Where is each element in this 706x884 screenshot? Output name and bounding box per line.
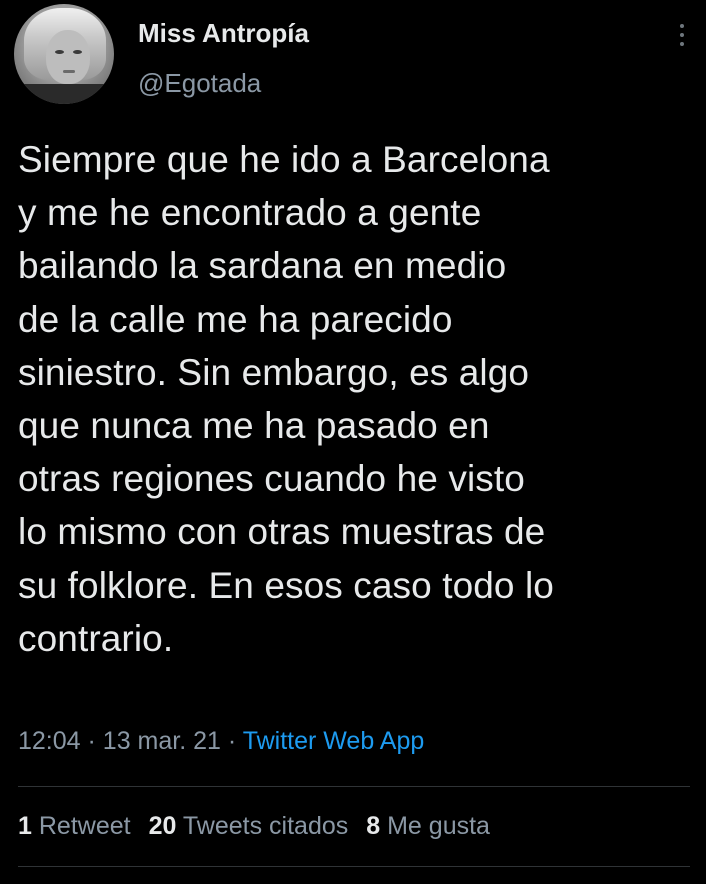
tweet-time[interactable]: 12:04: [18, 727, 81, 755]
divider: [18, 786, 690, 787]
tweet-text-line: lo mismo con otras muestras de: [18, 511, 546, 553]
tweet-text-line: su folklore. En esos caso todo lo: [18, 564, 554, 606]
likes-count: 8: [366, 812, 381, 840]
avatar-eye-right: [73, 50, 82, 54]
meta-separator: ·: [87, 727, 96, 755]
tweet-text-line: Siempre que he ido a Barcelona: [18, 139, 550, 180]
quotes-stat[interactable]: 20 Tweets citados: [149, 812, 349, 840]
more-dot: [680, 42, 684, 46]
likes-label: Me gusta: [387, 812, 490, 840]
tweet-source-link[interactable]: Twitter Web App: [243, 727, 425, 755]
tweet-text: Siempre que he ido a Barcelona y me he e…: [18, 133, 698, 665]
quotes-label: Tweets citados: [182, 812, 349, 840]
tweet-text-line: que nunca me ha pasado en: [18, 405, 490, 447]
retweets-stat[interactable]: 1 Retweet: [18, 812, 131, 840]
avatar-eye-left: [55, 50, 64, 54]
retweets-count: 1: [18, 812, 32, 840]
more-dot: [680, 24, 684, 28]
tweet-date[interactable]: 13 mar. 21: [103, 727, 221, 755]
tweet-detail: Miss Antropía @Egotada Siempre que he id…: [0, 0, 706, 884]
tweet-text-line: de la calle me ha parecido: [18, 298, 453, 340]
tweet-header: Miss Antropía @Egotada: [14, 4, 694, 104]
tweet-text-line: siniestro. Sin embargo, es algo: [18, 351, 530, 393]
tweet-text-line: bailando la sardana en medio: [18, 245, 507, 287]
tweet-meta: 12:04 · 13 mar. 21 · Twitter Web App: [18, 727, 424, 756]
avatar-mouth: [63, 70, 75, 73]
more-dot: [680, 33, 684, 37]
tweet-text-line: contrario.: [18, 617, 174, 659]
user-display-name[interactable]: Miss Antropía: [138, 18, 309, 49]
user-handle[interactable]: @Egotada: [138, 68, 261, 99]
meta-separator: ·: [227, 727, 237, 755]
avatar-shoulder: [14, 84, 114, 104]
more-vertical-icon[interactable]: [676, 24, 688, 52]
avatar[interactable]: [14, 4, 114, 104]
quotes-count: 20: [148, 812, 177, 840]
divider: [18, 866, 690, 867]
likes-stat[interactable]: 8 Me gusta: [366, 812, 490, 840]
avatar-face: [46, 30, 90, 84]
tweet-text-line: otras regiones cuando he visto: [18, 458, 525, 500]
tweet-text-line: y me he encontrado a gente: [18, 192, 482, 234]
tweet-stats: 1 Retweet 20 Tweets citados 8 Me gusta: [18, 812, 508, 841]
retweets-label: Retweet: [38, 812, 131, 840]
